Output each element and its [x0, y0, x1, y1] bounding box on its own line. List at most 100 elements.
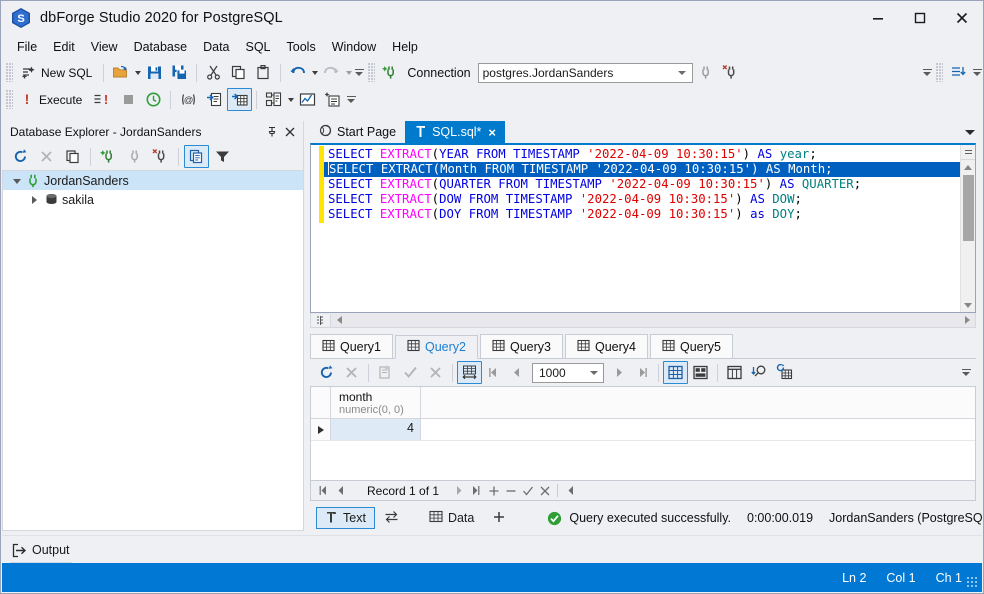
explain-plan-icon[interactable] [261, 88, 286, 111]
refresh-icon[interactable] [314, 361, 339, 384]
maximize-icon[interactable] [899, 1, 941, 35]
toolbar-grip[interactable] [6, 90, 13, 109]
menu-item-help[interactable]: Help [384, 37, 426, 57]
scroll-down-icon[interactable] [961, 298, 976, 312]
toolbar-grip[interactable] [6, 63, 13, 82]
next-page-icon[interactable] [608, 361, 631, 384]
query-tab-query4[interactable]: Query4 [565, 334, 648, 358]
toolbar-overflow-icon[interactable] [971, 61, 983, 84]
scroll-left-icon[interactable] [562, 482, 579, 500]
tree-item-jordansanders[interactable]: JordanSanders [3, 171, 303, 190]
scrollbar-thumb[interactable] [962, 175, 974, 241]
cut-icon[interactable] [201, 61, 226, 84]
close-icon[interactable] [281, 123, 299, 141]
execution-time-icon[interactable] [141, 88, 166, 111]
grid-toolbar-overflow-icon[interactable] [960, 361, 972, 384]
menu-item-data[interactable]: Data [195, 37, 237, 57]
editor-line[interactable]: SELECT EXTRACT(DOW FROM TIMESTAMP '2022-… [324, 192, 960, 207]
script-icon[interactable] [202, 88, 227, 111]
execute-to-file-icon[interactable]: ! [89, 88, 116, 111]
new-report-icon[interactable] [320, 88, 345, 111]
card-view-icon[interactable] [688, 361, 713, 384]
minimize-icon[interactable] [857, 1, 899, 35]
execute-button[interactable]: ! Execute [16, 88, 89, 111]
undo-dropdown-icon[interactable] [310, 61, 319, 84]
disconnect-icon[interactable] [693, 61, 718, 84]
toolbar-options-icon[interactable] [946, 61, 971, 84]
next-record-icon[interactable] [451, 482, 468, 500]
fetch-all-icon[interactable] [457, 361, 482, 384]
menu-item-tools[interactable]: Tools [279, 37, 324, 57]
prev-record-icon[interactable] [332, 482, 349, 500]
query-tab-query1[interactable]: Query1 [310, 334, 393, 358]
database-tree[interactable]: JordanSanders sakila [2, 170, 303, 531]
query-tab-query5[interactable]: Query5 [650, 334, 733, 358]
table-row[interactable]: 4 [311, 419, 975, 441]
editor-line[interactable]: SELECT EXTRACT(Month FROM TIMESTAMP '202… [324, 162, 960, 177]
first-page-icon[interactable] [482, 361, 505, 384]
export-icon[interactable] [373, 361, 398, 384]
save-all-icon[interactable] [167, 61, 192, 84]
cancel-edit-icon[interactable] [536, 482, 553, 500]
swap-view-button[interactable] [375, 507, 408, 529]
menu-item-sql[interactable]: SQL [238, 37, 279, 57]
grid-view-icon[interactable] [663, 361, 688, 384]
undo-icon[interactable] [285, 61, 310, 84]
expand-collapse-icon[interactable] [9, 178, 24, 183]
add-view-button[interactable] [483, 507, 515, 529]
stop-icon[interactable] [116, 88, 141, 111]
tab-start-page[interactable]: Start Page [310, 121, 406, 143]
output-bar[interactable]: Output [2, 535, 982, 565]
disconnect-icon[interactable] [148, 145, 173, 168]
paste-icon[interactable] [251, 61, 276, 84]
resize-grip-icon[interactable] [967, 577, 979, 589]
tree-item-sakila[interactable]: sakila [3, 190, 303, 209]
delete-record-icon[interactable] [502, 482, 519, 500]
post-edit-icon[interactable] [519, 482, 536, 500]
chart-icon[interactable] [295, 88, 320, 111]
toolbar-overflow-icon[interactable] [345, 88, 357, 111]
filter-icon[interactable] [210, 145, 235, 168]
last-record-icon[interactable] [468, 482, 485, 500]
editor-code[interactable]: SELECT EXTRACT(YEAR FROM TIMESTAMP '2022… [324, 145, 960, 312]
delete-icon[interactable] [34, 145, 59, 168]
copy-object-icon[interactable] [184, 145, 209, 168]
toolbar-grip[interactable] [936, 63, 943, 82]
query-tab-query3[interactable]: Query3 [480, 334, 563, 358]
execute-to-grid-icon[interactable] [227, 88, 253, 111]
add-record-icon[interactable] [485, 482, 502, 500]
pin-icon[interactable] [263, 123, 281, 141]
prev-page-icon[interactable] [505, 361, 528, 384]
menu-item-file[interactable]: File [9, 37, 45, 57]
scroll-left-icon[interactable] [331, 313, 347, 327]
redo-icon[interactable] [319, 61, 344, 84]
column-header-month[interactable]: month numeric(0, 0) [331, 387, 421, 418]
new-connection-icon[interactable] [96, 145, 121, 168]
chevron-down-icon[interactable] [674, 64, 690, 82]
new-sql-button[interactable]: New SQL [16, 61, 99, 84]
close-icon[interactable] [941, 1, 983, 35]
editor-line[interactable]: SELECT EXTRACT(QUARTER FROM TIMESTAMP '2… [324, 177, 960, 192]
parameters-icon[interactable]: @ [175, 88, 202, 111]
editor-split-button[interactable] [960, 145, 975, 160]
cell-month[interactable]: 4 [331, 419, 421, 440]
tab-sql-file[interactable]: SQL.sql* × [405, 121, 506, 143]
connection-combobox[interactable]: postgres.JordanSanders [477, 62, 693, 83]
editor-line[interactable]: SELECT EXTRACT(YEAR FROM TIMESTAMP '2022… [324, 147, 960, 162]
data-view-tab[interactable]: Data [420, 507, 483, 529]
fetch-rows-combobox[interactable]: 1000 [532, 362, 604, 383]
last-page-icon[interactable] [631, 361, 654, 384]
result-grid[interactable]: month numeric(0, 0) 4 [310, 386, 976, 481]
editor-vertical-scrollbar[interactable] [960, 145, 975, 312]
connect-icon[interactable] [122, 145, 147, 168]
toolbar-grip[interactable] [368, 63, 376, 82]
open-folder-icon[interactable] [108, 61, 133, 84]
refresh-data-icon[interactable] [772, 361, 797, 384]
explain-plan-dropdown-icon[interactable] [286, 88, 295, 111]
find-icon[interactable] [747, 361, 772, 384]
editor-horizontal-scrollbar[interactable] [310, 313, 976, 328]
menu-item-view[interactable]: View [83, 37, 126, 57]
chevron-down-icon[interactable] [586, 364, 601, 382]
scroll-right-icon[interactable] [959, 313, 975, 327]
query-tab-query2[interactable]: Query2 [395, 335, 478, 359]
